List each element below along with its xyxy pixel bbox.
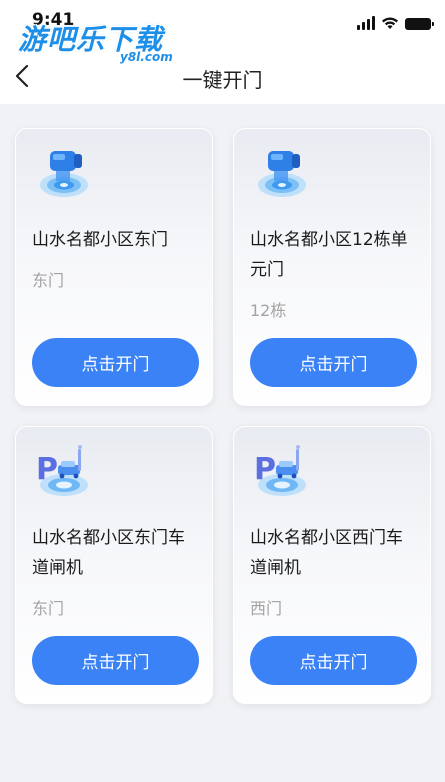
door-camera-icon bbox=[30, 141, 94, 205]
card-title: 山水名都小区12栋单元门 bbox=[250, 230, 408, 280]
svg-text:P: P bbox=[36, 452, 58, 487]
watermark-domain: y8l.com bbox=[120, 50, 173, 64]
card-subtitle: 12栋 bbox=[250, 301, 287, 320]
open-gate-button[interactable]: 点击开门 bbox=[250, 636, 417, 685]
open-gate-button[interactable]: 点击开门 bbox=[32, 636, 199, 685]
card-subtitle: 东门 bbox=[32, 599, 65, 618]
card-subtitle: 东门 bbox=[32, 271, 65, 290]
parking-gate-icon: P bbox=[248, 439, 312, 503]
page-title: 一键开门 bbox=[182, 68, 263, 92]
svg-text:P: P bbox=[254, 452, 276, 487]
wifi-icon bbox=[382, 17, 398, 29]
parking-gate-icon: P bbox=[30, 439, 94, 503]
gate-card: P 山水名都小区西门车道闸机 西门 点击开门 bbox=[233, 426, 431, 704]
card-title: 山水名都小区西门车道闸机 bbox=[250, 528, 403, 578]
card-title: 山水名都小区东门 bbox=[32, 230, 168, 250]
header-bar: 9:41 游吧乐下载 y8l.com 一键开门 bbox=[0, 0, 445, 104]
open-door-button[interactable]: 点击开门 bbox=[250, 338, 417, 387]
door-card: 山水名都小区12栋单元门 12栋 点击开门 bbox=[233, 128, 431, 406]
battery-icon bbox=[405, 18, 434, 30]
door-card: 山水名都小区东门 东门 点击开门 bbox=[15, 128, 213, 406]
card-subtitle: 西门 bbox=[250, 599, 283, 618]
open-door-button[interactable]: 点击开门 bbox=[32, 338, 199, 387]
cellular-signal-icon bbox=[357, 16, 375, 30]
card-title: 山水名都小区东门车道闸机 bbox=[32, 528, 185, 578]
door-camera-icon bbox=[248, 141, 312, 205]
watermark-logo: 游吧乐下载 y8l.com bbox=[18, 18, 188, 66]
status-icons bbox=[357, 14, 434, 30]
gate-card: P 山水名都小区东门车道闸机 东门 点击开门 bbox=[15, 426, 213, 704]
